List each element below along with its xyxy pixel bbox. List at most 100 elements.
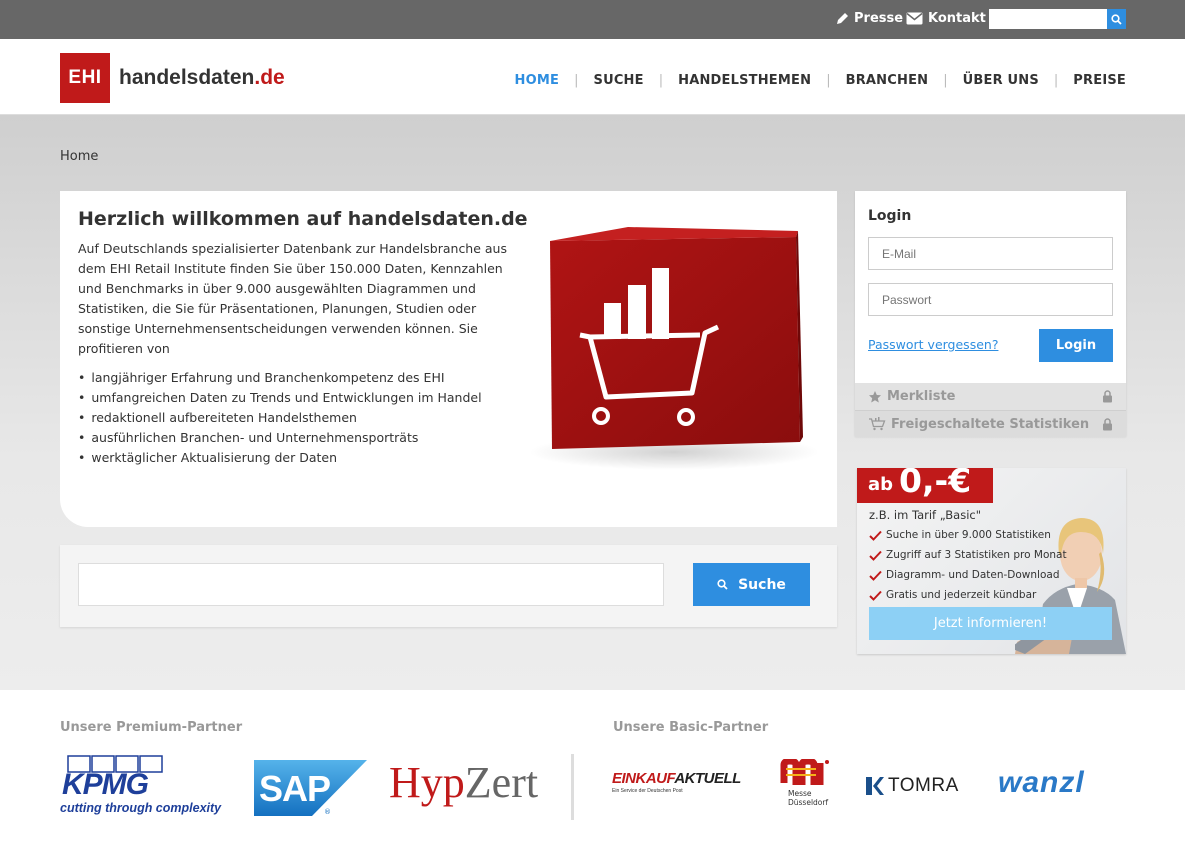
logo-name: handelsdaten xyxy=(119,66,255,89)
einkaufaktuell-wordmark: EINKAUFAKTUELL xyxy=(612,770,752,787)
jetzt-informieren-button[interactable]: Jetzt informieren! xyxy=(869,607,1112,640)
star-icon xyxy=(868,390,882,404)
presse-label: Presse xyxy=(854,11,904,26)
top-bar: Presse Kontakt xyxy=(0,0,1185,39)
price-prefix: ab xyxy=(868,474,894,495)
premium-partners-heading: Unsere Premium-Partner xyxy=(60,720,243,735)
welcome-title: Herzlich willkommen auf handelsdaten.de xyxy=(78,208,528,230)
aktuell-part: AKTUELL xyxy=(674,770,741,787)
feature-text: Zugriff auf 3 Statistiken pro Monat xyxy=(886,549,1067,561)
einkaufaktuell-logo[interactable]: EINKAUFAKTUELL Ein Service der Deutschen… xyxy=(612,770,752,806)
partners-section: Unsere Premium-Partner Unsere Basic-Part… xyxy=(0,690,1185,844)
check-icon xyxy=(869,550,882,561)
nav-separator: | xyxy=(826,73,831,88)
check-icon xyxy=(869,570,882,581)
promo-features: Suche in über 9.000 Statistiken Zugriff … xyxy=(869,525,1067,605)
tomra-wordmark: TOMRA xyxy=(888,775,959,796)
sap-logo[interactable]: ® SAP xyxy=(254,760,367,818)
nav-ueber-uns[interactable]: ÜBER UNS xyxy=(963,73,1039,88)
login-panel: Login Passwort vergessen? Login Merklist… xyxy=(855,191,1126,437)
nav-separator: | xyxy=(658,73,664,88)
hypzert-logo[interactable]: HypZert xyxy=(389,758,541,808)
check-icon xyxy=(869,530,882,541)
list-item: Zugriff auf 3 Statistiken pro Monat xyxy=(869,545,1067,565)
password-field[interactable] xyxy=(868,283,1113,316)
feature-text: Suche in über 9.000 Statistiken xyxy=(886,529,1051,541)
merkliste-item[interactable]: Merkliste xyxy=(855,383,1126,410)
sap-wordmark: SAP xyxy=(259,768,331,809)
site-logo[interactable]: EHI handelsdaten.de xyxy=(60,53,285,103)
freigeschaltete-statistiken-item[interactable]: Freigeschaltete Statistiken xyxy=(855,410,1126,437)
basic-partners-heading: Unsere Basic-Partner xyxy=(613,720,769,735)
partners-divider xyxy=(571,754,574,820)
logo-tld: .de xyxy=(254,66,285,89)
kpmg-wordmark: KPMG xyxy=(62,768,149,801)
list-item: Gratis und jederzeit kündbar xyxy=(869,585,1067,605)
mail-icon xyxy=(906,12,923,25)
price-badge: ab 0,-€ xyxy=(857,468,993,503)
list-item: Diagramm- und Daten-Download xyxy=(869,565,1067,585)
merkliste-label: Merkliste xyxy=(887,389,956,404)
list-item: umfangreichen Daten zu Trends und Entwic… xyxy=(78,388,518,408)
feature-text: Diagramm- und Daten-Download xyxy=(886,569,1060,581)
freigeschaltete-label: Freigeschaltete Statistiken xyxy=(891,416,1090,432)
tomra-mark-icon xyxy=(866,777,884,795)
hypzert-hyp: Hyp xyxy=(389,758,465,807)
messe-duesseldorf-logo[interactable]: Messe Düsseldorf xyxy=(780,757,832,811)
einkauf-part: EINKAUF xyxy=(612,770,675,787)
price-value: 0,-€ xyxy=(899,468,972,500)
nav-handelsthemen[interactable]: HANDELSTHEMEN xyxy=(678,73,811,88)
hypzert-zert: Zert xyxy=(464,758,539,807)
pencil-icon xyxy=(837,12,848,24)
login-button[interactable]: Login xyxy=(1039,329,1113,362)
kontakt-label: Kontakt xyxy=(928,11,986,26)
kpmg-logo[interactable]: KPMG cutting through complexity xyxy=(60,754,235,820)
feature-text: Gratis und jederzeit kündbar xyxy=(886,589,1037,601)
tomra-logo[interactable]: TOMRA xyxy=(866,775,976,797)
site-header: EHI handelsdaten.de HOME | SUCHE | HANDE… xyxy=(0,39,1185,115)
main-area: Home Herzlich willkommen auf handelsdate… xyxy=(0,115,1185,690)
tarif-label: z.B. im Tarif „Basic" xyxy=(869,508,982,522)
nav-separator: | xyxy=(1053,73,1059,88)
list-item: ausführlichen Branchen- und Unternehmens… xyxy=(78,428,518,448)
lock-icon xyxy=(1102,418,1113,435)
ehi-badge: EHI xyxy=(60,53,110,103)
list-item: langjähriger Erfahrung und Branchenkompe… xyxy=(78,368,518,388)
wanzl-logo[interactable]: wanzl xyxy=(998,766,1104,806)
main-search-panel: Suche xyxy=(60,545,837,627)
top-search-button[interactable] xyxy=(1107,9,1126,29)
nav-branchen[interactable]: BRANCHEN xyxy=(846,73,929,88)
messe-label-1: Messe xyxy=(788,789,812,798)
kpmg-tagline: cutting through complexity xyxy=(60,801,222,815)
list-item: werktäglicher Aktualisierung der Daten xyxy=(78,448,518,468)
kontakt-link[interactable]: Kontakt xyxy=(906,11,986,26)
breadcrumb: Home xyxy=(60,149,99,164)
search-icon xyxy=(1111,13,1122,25)
top-search-input[interactable] xyxy=(989,9,1107,29)
welcome-panel: Herzlich willkommen auf handelsdaten.de … xyxy=(60,191,837,527)
messe-mark xyxy=(780,757,829,787)
main-search-input[interactable] xyxy=(78,563,664,606)
list-item: Suche in über 9.000 Statistiken xyxy=(869,525,1067,545)
nav-suche[interactable]: SUCHE xyxy=(594,73,644,88)
nav-separator: | xyxy=(574,73,579,88)
nav-home[interactable]: HOME xyxy=(515,73,560,88)
nav-separator: | xyxy=(943,73,948,88)
main-search-button[interactable]: Suche xyxy=(693,563,810,606)
presse-link[interactable]: Presse xyxy=(835,11,903,26)
cart-icon xyxy=(868,417,886,431)
shopping-cart-cube-illustration xyxy=(529,227,819,470)
check-icon xyxy=(869,590,882,601)
benefits-list: langjähriger Erfahrung und Branchenkompe… xyxy=(78,368,518,468)
logo-wordmark: handelsdaten.de xyxy=(119,66,285,90)
main-nav: HOME | SUCHE | HANDELSTHEMEN | BRANCHEN … xyxy=(515,73,1126,88)
messe-label-2: Düsseldorf xyxy=(788,798,829,807)
email-field[interactable] xyxy=(868,237,1113,270)
forgot-password-link[interactable]: Passwort vergessen? xyxy=(868,337,998,352)
list-item: redaktionell aufbereiteten Handelsthemen xyxy=(78,408,518,428)
nav-preise[interactable]: PREISE xyxy=(1073,73,1126,88)
main-search-label: Suche xyxy=(738,576,786,593)
einkaufaktuell-sub: Ein Service der Deutschen Post xyxy=(612,788,683,794)
lock-icon xyxy=(1102,390,1113,407)
pricing-promo: ab 0,-€ z.B. im Tarif „Basic" Suche in ü… xyxy=(857,468,1126,654)
